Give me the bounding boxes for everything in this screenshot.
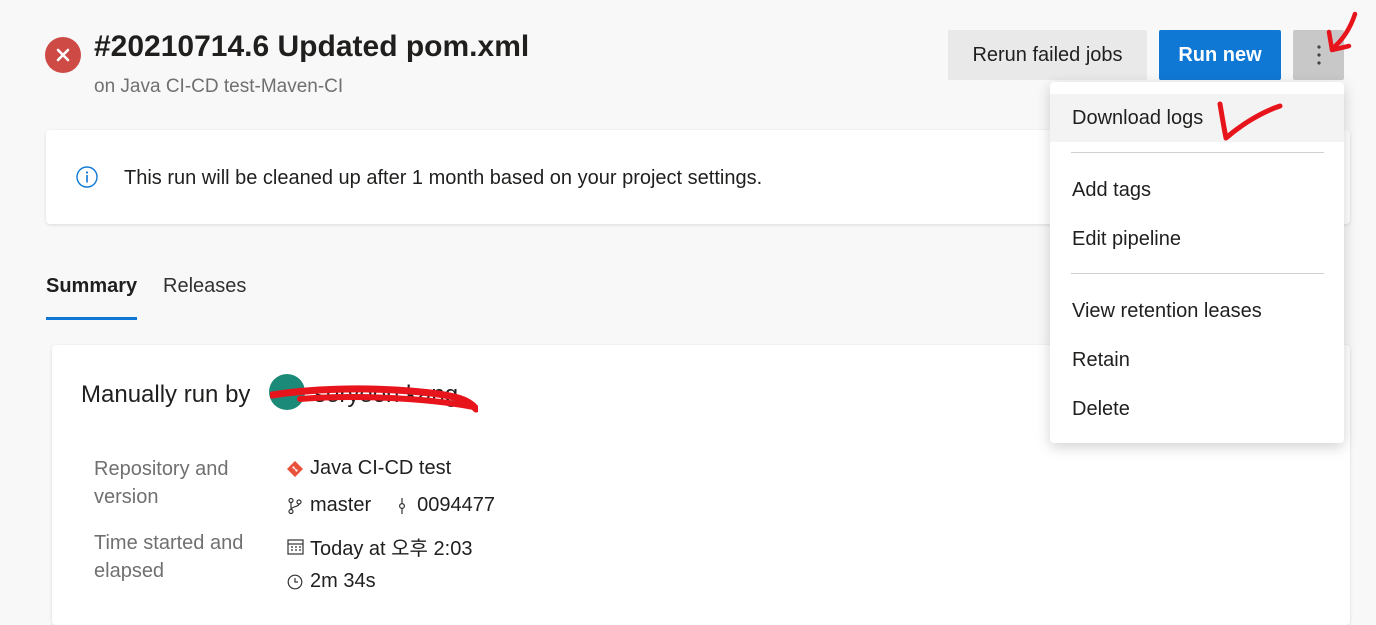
branch-name[interactable]: master xyxy=(310,494,371,517)
elapsed-time: 2m 34s xyxy=(310,570,376,592)
commit-id[interactable]: 0094477 xyxy=(417,494,495,517)
menu-item-download-logs[interactable]: Download logs xyxy=(1050,94,1344,142)
commit-icon xyxy=(393,497,411,515)
menu-divider xyxy=(1071,152,1324,153)
rerun-failed-jobs-button[interactable]: Rerun failed jobs xyxy=(948,30,1147,80)
more-vertical-icon xyxy=(1316,45,1321,65)
more-actions-menu: Download logs Add tags Edit pipeline Vie… xyxy=(1050,82,1344,443)
manually-run-by-label: Manually run by xyxy=(81,381,251,408)
elapsed-row: 2m 34s xyxy=(286,570,376,593)
branch-icon xyxy=(286,497,304,515)
repository-name: Java CI-CD test xyxy=(310,457,452,479)
run-new-button[interactable]: Run new xyxy=(1159,30,1281,80)
avatar xyxy=(269,374,305,410)
calendar-icon xyxy=(286,538,304,556)
git-repo-icon xyxy=(286,460,304,478)
branch-commit-row: master 0094477 xyxy=(286,494,495,517)
tab-summary[interactable]: Summary xyxy=(46,275,137,298)
failed-status-icon xyxy=(45,37,81,73)
banner-text: This run will be cleaned up after 1 mont… xyxy=(124,167,763,189)
info-icon xyxy=(76,166,98,188)
time-started-label: Time started and elapsed xyxy=(94,532,244,582)
selected-tab-indicator xyxy=(46,317,137,320)
menu-divider xyxy=(1071,273,1324,274)
pipeline-subtitle: on Java CI-CD test-Maven-CI xyxy=(94,76,344,97)
user-name[interactable]: seryeon kang xyxy=(314,381,458,409)
more-actions-button[interactable] xyxy=(1293,30,1344,80)
tab-releases[interactable]: Releases xyxy=(163,275,246,298)
page-title: #20210714.6 Updated pom.xml xyxy=(94,30,530,63)
repository-link[interactable]: Java CI-CD test xyxy=(286,457,451,480)
repository-version-label: Repository and version xyxy=(94,458,229,508)
menu-item-edit-pipeline[interactable]: Edit pipeline xyxy=(1050,215,1344,263)
menu-item-view-retention-leases[interactable]: View retention leases xyxy=(1050,287,1344,335)
menu-item-retain[interactable]: Retain xyxy=(1050,336,1344,384)
start-time: Today at 오후 2:03 xyxy=(310,538,473,560)
clock-icon xyxy=(286,573,304,591)
start-time-row: Today at 오후 2:03 xyxy=(286,532,472,561)
menu-item-add-tags[interactable]: Add tags xyxy=(1050,166,1344,214)
menu-item-delete[interactable]: Delete xyxy=(1050,385,1344,433)
